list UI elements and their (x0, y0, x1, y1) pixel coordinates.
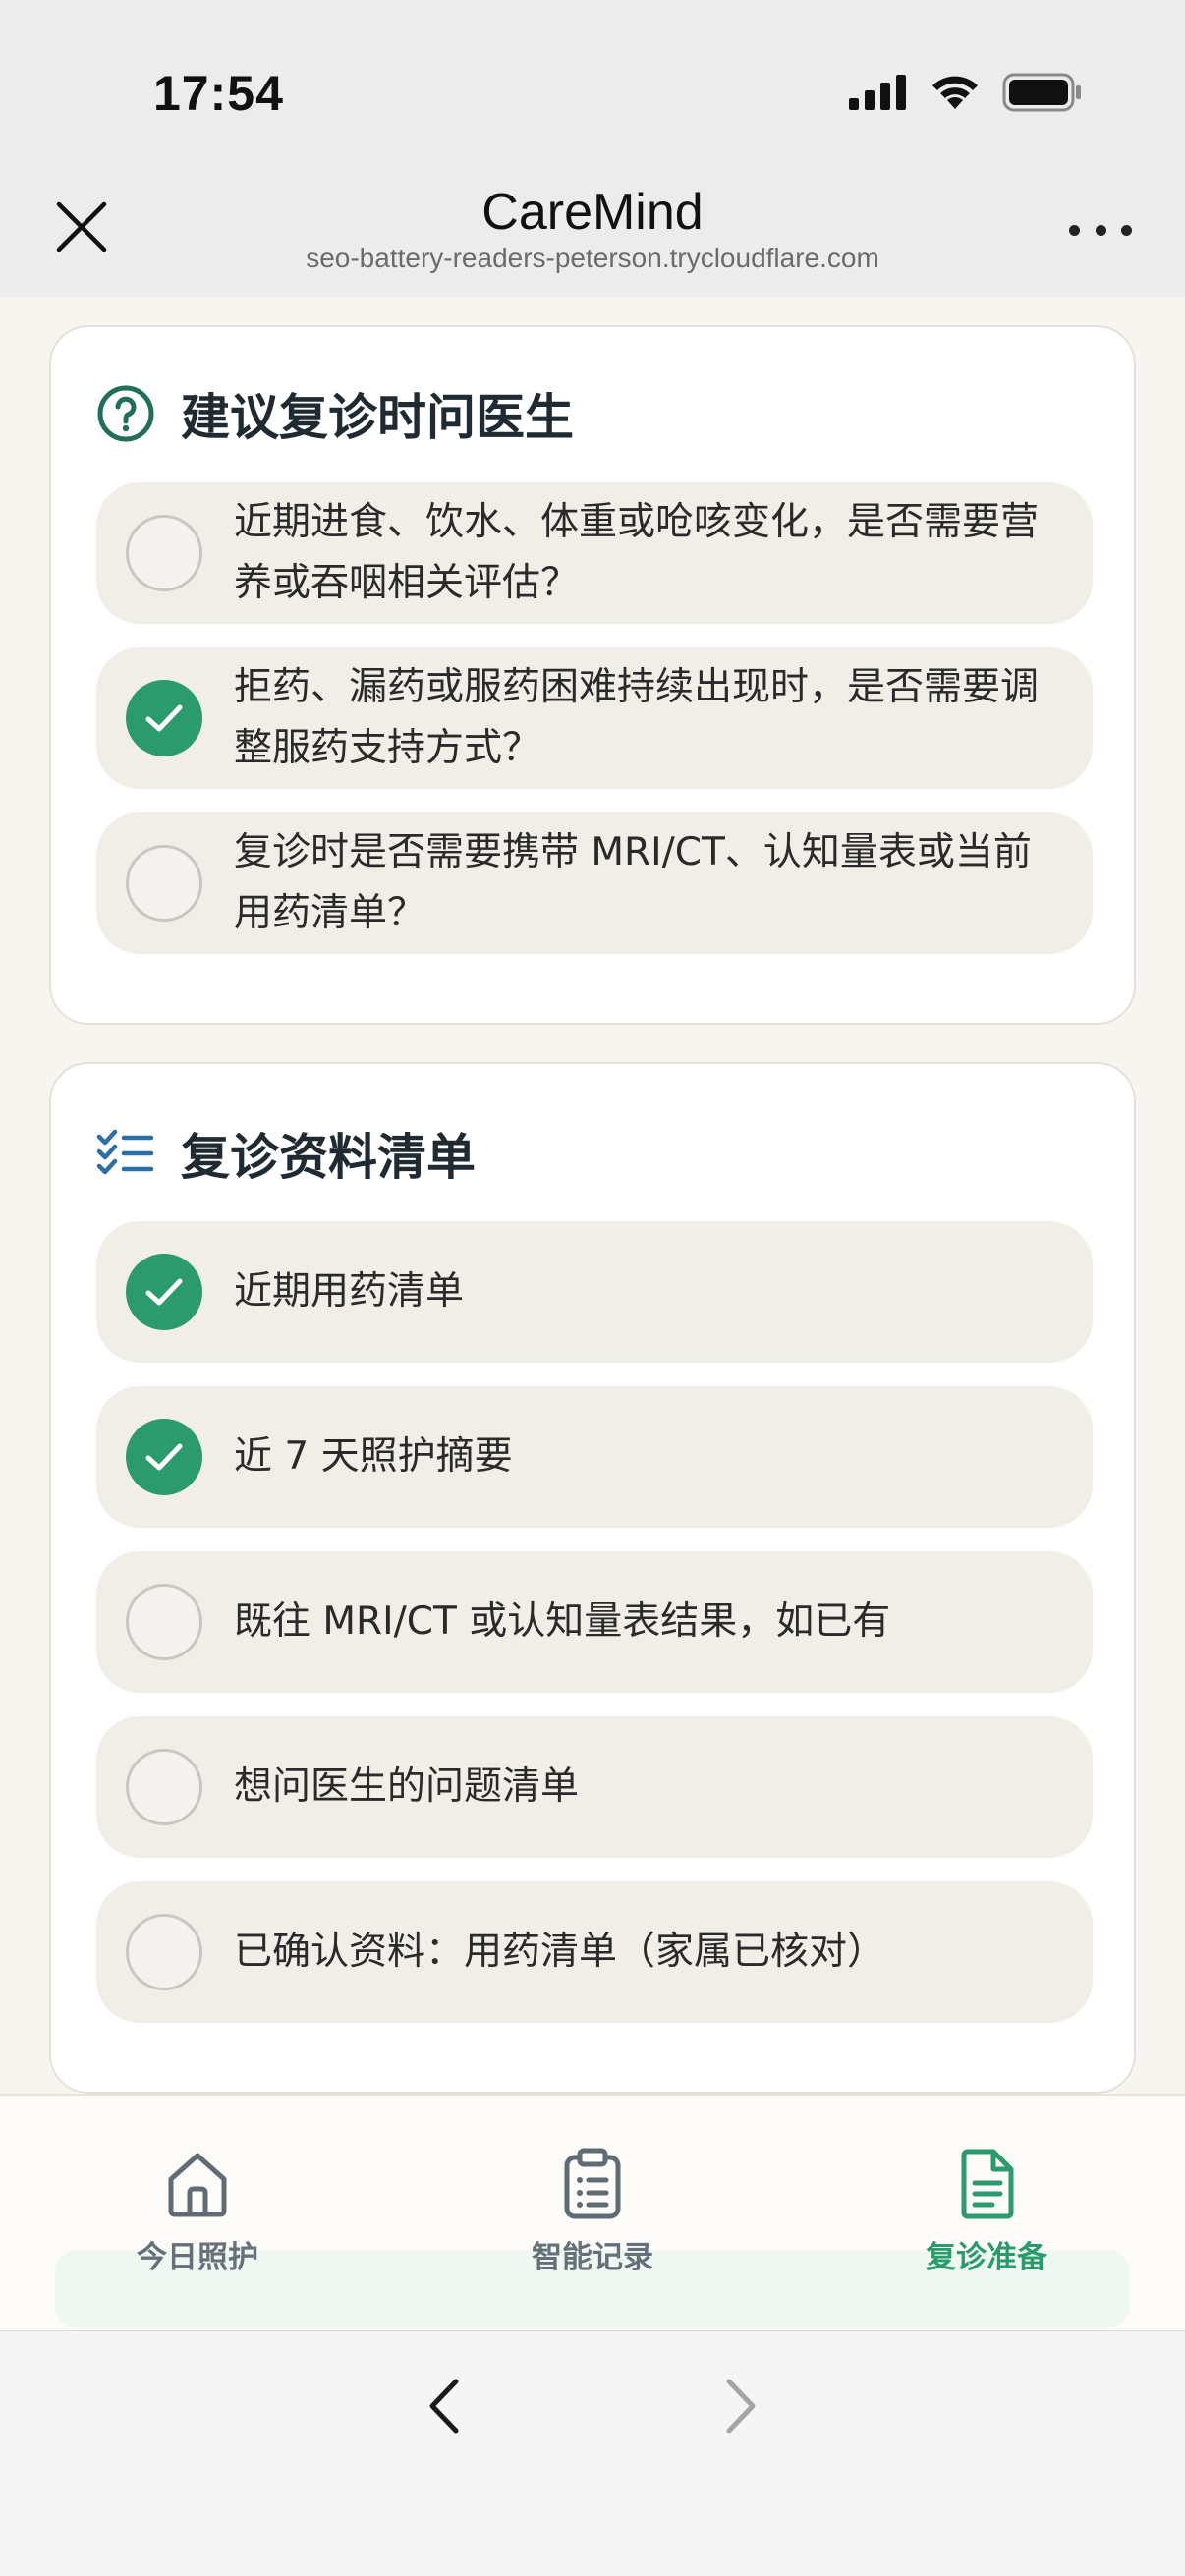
item-text: 复诊时是否需要携带 MRI/CT、认知量表或当前用药清单？ (234, 830, 1032, 935)
doctor-questions-card: 建议复诊时问医生 近期进食、饮水、体重或呛咳变化，是否需要营养或吞咽相关评估？ … (49, 325, 1136, 1025)
battery-icon (1002, 73, 1081, 112)
item-text: 既往 MRI/CT 或认知量表结果，如已有 (234, 1599, 891, 1644)
clipboard-icon (564, 2148, 621, 2219)
forward-chevron-icon[interactable] (717, 2376, 764, 2436)
item-text: 已确认资料：用药清单（家属已核对） (234, 1930, 886, 1974)
checklist-item[interactable]: 近期用药清单 (96, 1221, 1093, 1363)
item-text: 近 7 天照护摘要 (234, 1434, 513, 1479)
unchecked-circle-icon[interactable] (126, 515, 202, 591)
page-url: seo-battery-readers-peterson.trycloudfla… (306, 243, 879, 273)
checklist-icon (96, 1129, 154, 1175)
checked-circle-icon[interactable] (126, 680, 202, 756)
tab-smart-record[interactable]: 智能记录 (475, 2148, 710, 2276)
item-text: 拒药、漏药或服药困难持续出现时，是否需要调整服药支持方式？ (234, 665, 1040, 770)
card-title: 建议复诊时问医生 (181, 389, 574, 446)
checklist-item[interactable]: 拒药、漏药或服药困难持续出现时，是否需要调整服药支持方式？ (96, 647, 1093, 789)
checklist-item[interactable]: 既往 MRI/CT 或认知量表结果，如已有 (96, 1551, 1093, 1693)
checklist-item[interactable]: 已确认资料：用药清单（家属已核对） (96, 1881, 1093, 2023)
item-text: 想问医生的问题清单 (234, 1764, 580, 1809)
home-icon (168, 2153, 227, 2217)
more-options-icon[interactable] (1069, 216, 1132, 244)
checked-circle-icon[interactable] (126, 1254, 202, 1330)
card-header: 建议复诊时问医生 (96, 378, 574, 449)
tab-label: 智能记录 (532, 2240, 653, 2275)
card-header: 复诊资料清单 (96, 1118, 476, 1189)
wifi-icon (932, 76, 978, 109)
item-text: 近期用药清单 (234, 1269, 465, 1314)
unchecked-circle-icon[interactable] (126, 1914, 202, 1990)
unchecked-circle-icon[interactable] (126, 1749, 202, 1825)
card-title: 复诊资料清单 (181, 1129, 476, 1186)
status-icons (849, 73, 1083, 112)
checked-circle-icon[interactable] (126, 1419, 202, 1495)
browser-header: 17:54 CareMind seo-battery-readers-peter… (0, 0, 1185, 297)
checklist-item[interactable]: 想问医生的问题清单 (96, 1716, 1093, 1858)
tab-followup-prep[interactable]: 复诊准备 (869, 2148, 1104, 2276)
materials-checklist-card: 复诊资料清单 近期用药清单 近 7 天照护摘要 既往 MRI/CT 或认知量表结… (49, 1062, 1136, 2094)
unchecked-circle-icon[interactable] (126, 1584, 202, 1660)
cellular-signal-icon (849, 75, 906, 110)
tab-today-care[interactable]: 今日照护 (80, 2148, 315, 2276)
item-text: 近期进食、饮水、体重或呛咳变化，是否需要营养或吞咽相关评估？ (234, 500, 1040, 605)
checklist-item[interactable]: 近 7 天照护摘要 (96, 1386, 1093, 1528)
checklist-item[interactable]: 复诊时是否需要携带 MRI/CT、认知量表或当前用药清单？ (96, 812, 1093, 954)
back-chevron-icon[interactable] (421, 2376, 468, 2436)
browser-toolbar (0, 2330, 1185, 2576)
checklist-item[interactable]: 近期进食、饮水、体重或呛咳变化，是否需要营养或吞咽相关评估？ (96, 482, 1093, 624)
document-icon (961, 2149, 1014, 2219)
page-title: CareMind (481, 184, 704, 241)
question-circle-icon (97, 385, 154, 442)
status-time: 17:54 (153, 66, 284, 121)
unchecked-circle-icon[interactable] (126, 845, 202, 922)
tab-label: 复诊准备 (926, 2240, 1047, 2275)
tab-label: 今日照护 (137, 2240, 258, 2275)
